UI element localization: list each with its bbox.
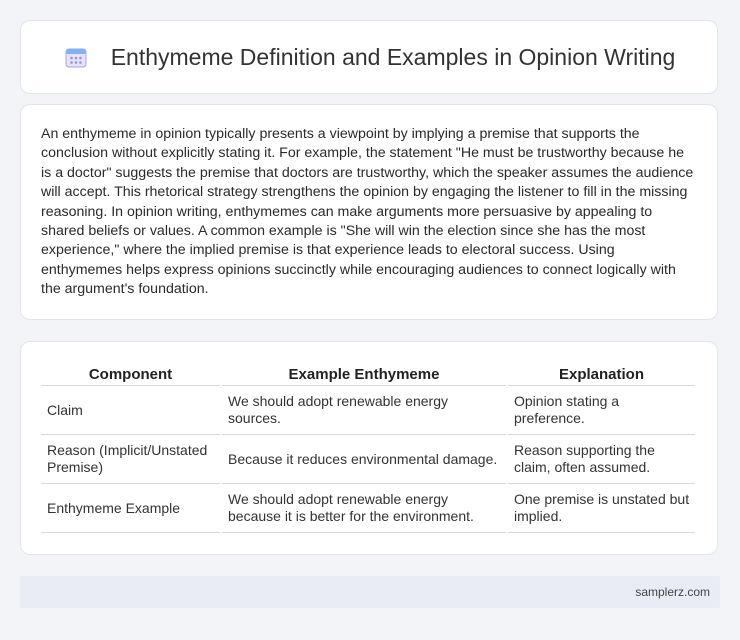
table-row: Claim We should adopt renewable energy s… (41, 386, 695, 435)
table-row: Reason (Implicit/Unstated Premise) Becau… (41, 435, 695, 484)
table-row: Enthymeme Example We should adopt renewa… (41, 484, 695, 533)
table-cell: Reason (Implicit/Unstated Premise) (41, 435, 220, 484)
title-card: Enthymeme Definition and Examples in Opi… (20, 20, 718, 94)
column-header-explanation: Explanation (508, 360, 695, 386)
calendar-icon (63, 44, 89, 70)
table-cell: Claim (41, 386, 220, 435)
table-card: Component Example Enthymeme Explanation … (20, 341, 718, 555)
column-header-component: Component (41, 360, 220, 386)
table-cell: Because it reduces environmental damage. (222, 435, 506, 484)
footer-site-link[interactable]: samplerz.com (635, 585, 710, 599)
page-title: Enthymeme Definition and Examples in Opi… (110, 43, 676, 70)
intro-paragraph: An enthymeme in opinion typically presen… (41, 126, 694, 298)
table-header-row: Component Example Enthymeme Explanation (41, 360, 695, 386)
table-cell: Enthymeme Example (41, 484, 220, 533)
column-header-example: Example Enthymeme (222, 360, 506, 386)
intro-card: An enthymeme in opinion typically presen… (20, 104, 718, 320)
components-table: Component Example Enthymeme Explanation … (39, 360, 697, 533)
table-cell: Opinion stating a preference. (508, 386, 695, 435)
table-cell: One premise is unstated but implied. (508, 484, 695, 533)
footer-bar: samplerz.com (20, 576, 720, 608)
table-cell: We should adopt renewable energy sources… (222, 386, 506, 435)
table-cell: Reason supporting the claim, often assum… (508, 435, 695, 484)
table-cell: We should adopt renewable energy because… (222, 484, 506, 533)
